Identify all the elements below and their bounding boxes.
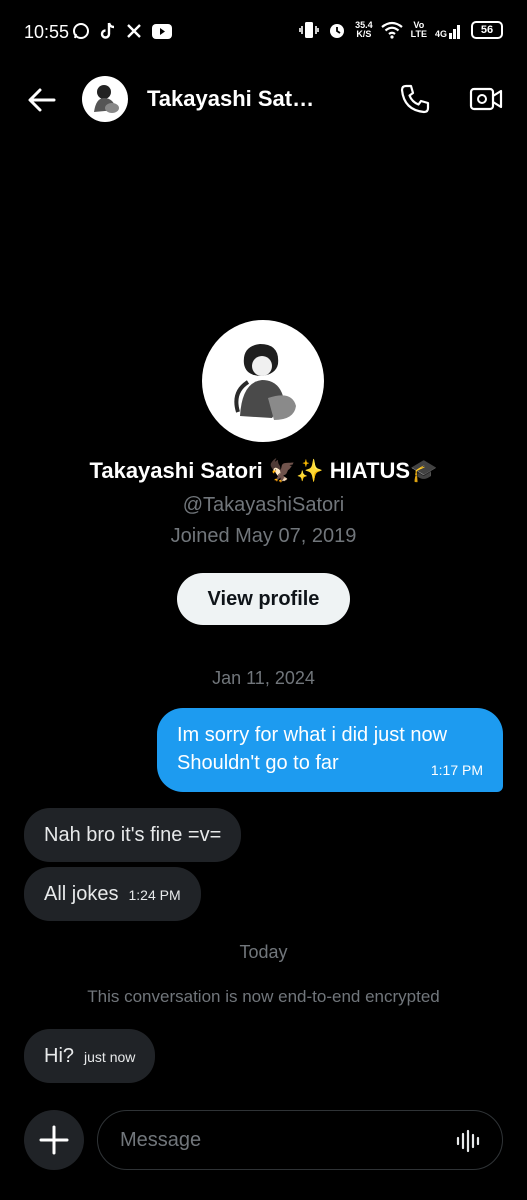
profile-joined-date: Joined May 07, 2019	[170, 525, 357, 547]
message-input[interactable]: Message	[97, 1110, 503, 1170]
avatar[interactable]	[82, 76, 128, 122]
avatar-illustration	[94, 85, 119, 113]
encryption-notice: This conversation is now end-to-end encr…	[87, 987, 440, 1006]
outgoing-message[interactable]: Im sorry for what i did just now Shouldn…	[157, 708, 503, 792]
back-arrow-icon[interactable]	[24, 82, 60, 118]
status-time: 10:55	[24, 22, 70, 42]
message-timestamp: just now	[84, 1049, 136, 1065]
incoming-message[interactable]: Hi? just now	[24, 1029, 156, 1083]
add-media-button[interactable]	[24, 1110, 84, 1170]
profile-handle: @TakayashiSatori	[182, 494, 345, 516]
status-notification-icons	[72, 22, 172, 40]
phone-icon[interactable]	[398, 82, 432, 116]
message-text: Im sorry for what i did just now	[177, 724, 448, 746]
youtube-icon	[152, 23, 172, 39]
signal-icon	[449, 25, 460, 39]
message-timestamp: 1:24 PM	[128, 887, 181, 903]
message-placeholder: Message	[120, 1129, 202, 1151]
incoming-message[interactable]: All jokes 1:24 PM	[24, 867, 201, 921]
page-title[interactable]: Takayashi Sat…	[147, 86, 314, 112]
signal-indicator: 4G	[435, 21, 463, 39]
video-call-icon[interactable]	[468, 82, 504, 116]
message-text: Hi?	[44, 1045, 75, 1067]
alarm-icon	[330, 24, 345, 38]
profile-avatar-illustration	[234, 344, 296, 420]
message-text: All jokes	[44, 883, 119, 905]
date-separator: Jan 11, 2024	[212, 668, 315, 688]
status-bar: 10:55 35.4 K/S Vo LTE 4G 56	[0, 0, 527, 64]
vibrate-icon	[299, 22, 319, 38]
tiktok-icon	[100, 22, 115, 39]
message-text: Nah bro it's fine =v=	[44, 824, 222, 846]
volte-indicator: Vo LTE	[410, 20, 427, 39]
whatsapp-icon	[73, 23, 89, 39]
incoming-message[interactable]: Nah bro it's fine =v=	[24, 808, 242, 862]
view-profile-button[interactable]: View profile	[177, 573, 350, 625]
plus-icon	[39, 1125, 69, 1155]
status-system-icons: 35.4 K/S Vo LTE 4G 56	[299, 20, 503, 40]
battery-level: 56	[471, 21, 503, 39]
date-separator: Today	[239, 942, 288, 962]
conversation-header: Takayashi Sat…	[0, 64, 527, 136]
profile-avatar[interactable]	[202, 320, 324, 442]
profile-name: Takayashi Satori 🦅✨ HIATUS🎓	[89, 458, 438, 483]
network-speed: 35.4 K/S	[355, 20, 373, 39]
wifi-icon	[380, 21, 403, 39]
audio-wave-icon[interactable]	[456, 1129, 482, 1153]
x-icon	[127, 24, 141, 38]
message-timestamp: 1:17 PM	[430, 762, 483, 778]
